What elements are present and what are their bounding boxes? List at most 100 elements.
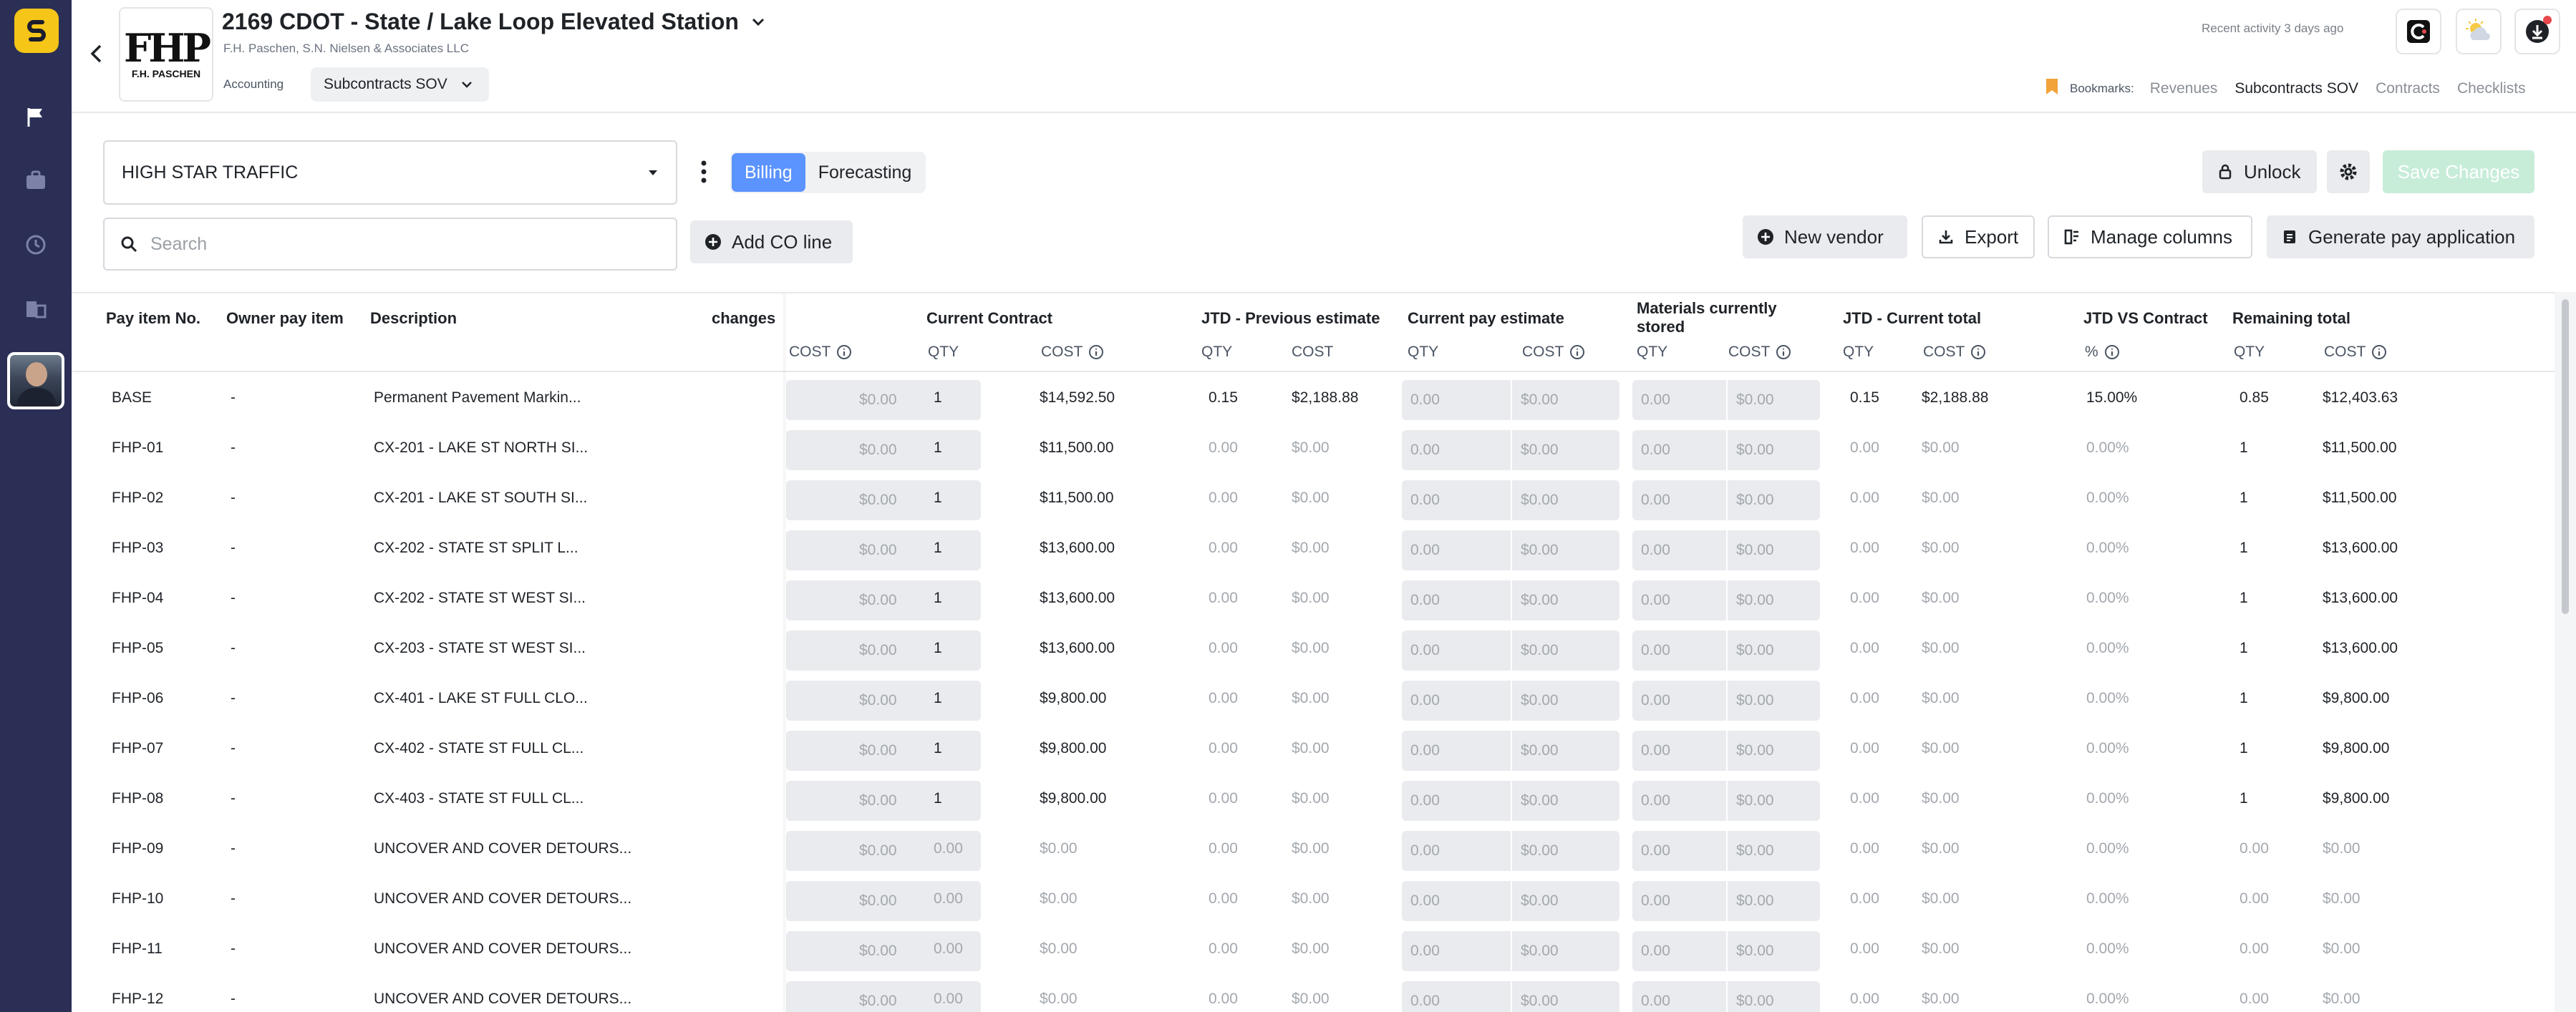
- column-header-materials-stored[interactable]: Materials currently stored: [1637, 299, 1794, 336]
- pay-item-no[interactable]: FHP-08: [112, 777, 163, 820]
- vendor-select[interactable]: HIGH STAR TRAFFIC: [103, 140, 677, 205]
- column-header-pay-item-no[interactable]: Pay item No.: [106, 309, 200, 328]
- changes-cost-input[interactable]: $0.00: [786, 731, 981, 771]
- current-pay-input-qty[interactable]: 0.00: [1402, 731, 1511, 771]
- pay-item-no[interactable]: FHP-04: [112, 577, 163, 620]
- briefcase-icon[interactable]: [21, 166, 50, 195]
- notifications-icon[interactable]: [2514, 9, 2560, 54]
- description[interactable]: CX-401 - LAKE ST FULL CLO...: [374, 677, 588, 720]
- materials-input-cost[interactable]: $0.00: [1726, 580, 1820, 621]
- table-row[interactable]: FHP-03 - CX-202 - STATE ST SPLIT L... $0.00…: [72, 527, 2555, 577]
- current-pay-input-cost[interactable]: $0.00: [1511, 681, 1619, 721]
- pay-item-no[interactable]: FHP-01: [112, 427, 163, 469]
- materials-input-cost[interactable]: $0.00: [1726, 831, 1820, 871]
- changes-cost-input[interactable]: $0.00: [786, 681, 981, 721]
- materials-input-qty[interactable]: 0.00: [1632, 881, 1726, 921]
- table-row[interactable]: FHP-02 - CX-201 - LAKE ST SOUTH SI... $0.00…: [72, 477, 2555, 527]
- changes-cost-input[interactable]: $0.00: [786, 580, 981, 621]
- current-pay-input-qty[interactable]: 0.00: [1402, 580, 1511, 621]
- table-row[interactable]: FHP-11 - UNCOVER AND COVER DETOURS... $0.00…: [72, 928, 2555, 978]
- current-pay-input-qty[interactable]: 0.00: [1402, 831, 1511, 871]
- materials-input-cost[interactable]: $0.00: [1726, 981, 1820, 1012]
- bookmark-checklists[interactable]: Checklists: [2457, 80, 2526, 97]
- table-row[interactable]: FHP-07 - CX-402 - STATE ST FULL CL... $0.00…: [72, 727, 2555, 777]
- description[interactable]: CX-202 - STATE ST WEST SI...: [374, 577, 586, 620]
- current-pay-input-qty[interactable]: 0.00: [1402, 530, 1511, 570]
- scrollbar-thumb[interactable]: [2562, 299, 2569, 614]
- pay-item-no[interactable]: FHP-02: [112, 477, 163, 520]
- current-pay-input-cost[interactable]: $0.00: [1511, 881, 1619, 921]
- materials-input-cost[interactable]: $0.00: [1726, 931, 1820, 971]
- weather-icon[interactable]: [2456, 9, 2502, 54]
- materials-input-cost[interactable]: $0.00: [1726, 731, 1820, 771]
- current-pay-input-qty[interactable]: 0.00: [1402, 681, 1511, 721]
- current-pay-input-cost[interactable]: $0.00: [1511, 781, 1619, 821]
- materials-input-qty[interactable]: 0.00: [1632, 580, 1726, 621]
- description[interactable]: UNCOVER AND COVER DETOURS...: [374, 877, 631, 920]
- description[interactable]: CX-201 - LAKE ST SOUTH SI...: [374, 477, 587, 520]
- settings-button[interactable]: [2327, 150, 2370, 193]
- changes-cost-input[interactable]: $0.00: [786, 631, 981, 671]
- bookmark-revenues[interactable]: Revenues: [2150, 80, 2218, 97]
- materials-input-cost[interactable]: $0.00: [1726, 480, 1820, 520]
- changes-cost-input[interactable]: $0.00: [786, 781, 981, 821]
- generate-pay-application-button[interactable]: Generate pay application: [2267, 215, 2534, 258]
- materials-input-cost[interactable]: $0.00: [1726, 781, 1820, 821]
- table-row[interactable]: FHP-04 - CX-202 - STATE ST WEST SI... $0.00…: [72, 577, 2555, 627]
- tab-billing[interactable]: Billing: [732, 153, 805, 192]
- table-row[interactable]: FHP-10 - UNCOVER AND COVER DETOURS... $0.00…: [72, 877, 2555, 928]
- materials-input-qty[interactable]: 0.00: [1632, 781, 1726, 821]
- column-header-description[interactable]: Description: [370, 309, 457, 328]
- column-header-changes[interactable]: changes: [712, 309, 775, 328]
- changes-cost-input[interactable]: $0.00: [786, 430, 981, 470]
- pay-item-no[interactable]: FHP-09: [112, 827, 163, 870]
- table-row[interactable]: FHP-09 - UNCOVER AND COVER DETOURS... $0.00…: [72, 827, 2555, 877]
- history-icon[interactable]: [21, 230, 50, 259]
- materials-input-cost[interactable]: $0.00: [1726, 430, 1820, 470]
- table-row[interactable]: FHP-12 - UNCOVER AND COVER DETOURS... $0.00…: [72, 978, 2555, 1012]
- pay-item-no[interactable]: FHP-10: [112, 877, 163, 920]
- description[interactable]: CX-201 - LAKE ST NORTH SI...: [374, 427, 588, 469]
- bookmark-subcontracts-sov[interactable]: Subcontracts SOV: [2234, 80, 2358, 97]
- materials-input-cost[interactable]: $0.00: [1726, 380, 1820, 420]
- description[interactable]: CX-403 - STATE ST FULL CL...: [374, 777, 584, 820]
- current-pay-input-qty[interactable]: 0.00: [1402, 480, 1511, 520]
- description[interactable]: UNCOVER AND COVER DETOURS...: [374, 928, 631, 970]
- materials-input-cost[interactable]: $0.00: [1726, 530, 1820, 570]
- materials-input-qty[interactable]: 0.00: [1632, 530, 1726, 570]
- search-input[interactable]: [150, 233, 652, 255]
- manage-columns-button[interactable]: Manage columns: [2048, 215, 2252, 258]
- bookmark-contracts[interactable]: Contracts: [2376, 80, 2440, 97]
- pay-item-no[interactable]: BASE: [112, 376, 152, 419]
- materials-input-qty[interactable]: 0.00: [1632, 681, 1726, 721]
- add-co-line-button[interactable]: Add CO line: [690, 220, 853, 263]
- materials-input-qty[interactable]: 0.00: [1632, 731, 1726, 771]
- column-header-jtd-current[interactable]: JTD - Current total: [1843, 309, 1981, 328]
- tab-forecasting[interactable]: Forecasting: [805, 153, 925, 192]
- current-pay-input-cost[interactable]: $0.00: [1511, 530, 1619, 570]
- column-header-current-pay[interactable]: Current pay estimate: [1408, 309, 1564, 328]
- more-options-icon[interactable]: [693, 156, 715, 188]
- back-arrow-icon[interactable]: [82, 39, 111, 68]
- materials-input-qty[interactable]: 0.00: [1632, 480, 1726, 520]
- materials-input-qty[interactable]: 0.00: [1632, 831, 1726, 871]
- current-pay-input-qty[interactable]: 0.00: [1402, 981, 1511, 1012]
- current-pay-input-cost[interactable]: $0.00: [1511, 480, 1619, 520]
- module-select[interactable]: Subcontracts SOV: [311, 67, 489, 102]
- current-pay-input-cost[interactable]: $0.00: [1511, 831, 1619, 871]
- flag-icon[interactable]: [21, 103, 50, 132]
- current-pay-input-qty[interactable]: 0.00: [1402, 631, 1511, 671]
- column-header-jtd-previous[interactable]: JTD - Previous estimate: [1201, 309, 1380, 328]
- description[interactable]: CX-203 - STATE ST WEST SI...: [374, 627, 586, 670]
- table-row[interactable]: FHP-06 - CX-401 - LAKE ST FULL CLO... $0.00…: [72, 677, 2555, 727]
- table-row[interactable]: FHP-01 - CX-201 - LAKE ST NORTH SI... $0.00…: [72, 427, 2555, 477]
- changes-cost-input[interactable]: $0.00: [786, 380, 981, 420]
- changes-cost-input[interactable]: $0.00: [786, 530, 981, 570]
- table-row[interactable]: FHP-05 - CX-203 - STATE ST WEST SI... $0.00…: [72, 627, 2555, 677]
- export-button[interactable]: Export: [1922, 215, 2035, 258]
- materials-input-cost[interactable]: $0.00: [1726, 681, 1820, 721]
- description[interactable]: CX-202 - STATE ST SPLIT L...: [374, 527, 578, 570]
- pay-item-no[interactable]: FHP-07: [112, 727, 163, 770]
- pay-item-no[interactable]: FHP-11: [112, 928, 163, 970]
- column-header-jtd-vs-contract[interactable]: JTD VS Contract: [2083, 309, 2208, 328]
